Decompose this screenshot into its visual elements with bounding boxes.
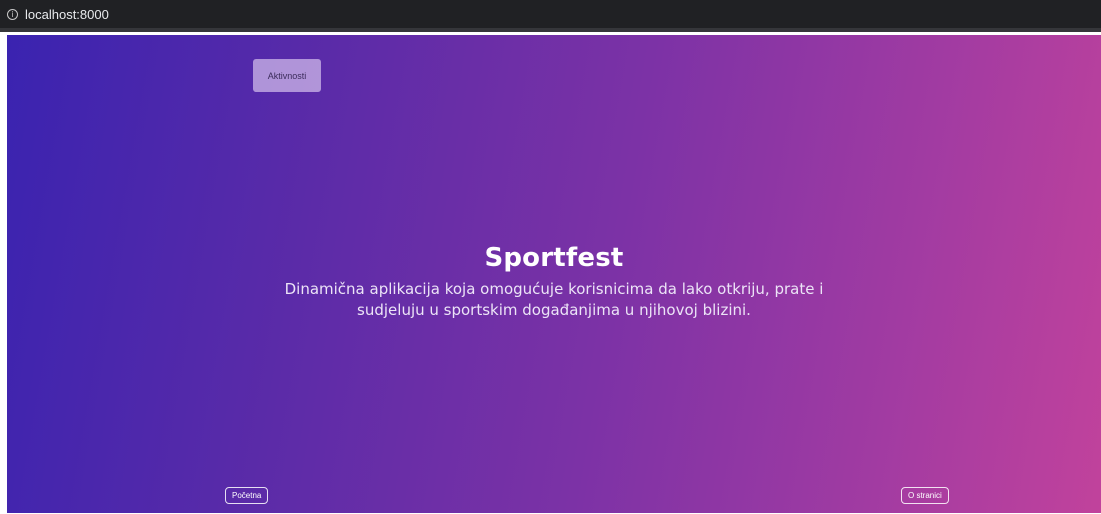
- site-info-icon[interactable]: i: [7, 9, 18, 20]
- page-title: Sportfest: [484, 243, 624, 273]
- browser-address-bar: i localhost:8000: [0, 0, 1101, 32]
- activities-button[interactable]: Aktivnosti: [253, 59, 321, 92]
- url-text[interactable]: localhost:8000: [25, 7, 109, 22]
- hero-section: Sportfest Dinamična aplikacija koja omog…: [7, 243, 1101, 321]
- about-button[interactable]: O stranici: [901, 487, 949, 504]
- home-button[interactable]: Početna: [225, 487, 269, 504]
- page-viewport: Aktivnosti Sportfest Dinamična aplikacij…: [7, 35, 1101, 513]
- hero-description: Dinamična aplikacija koja omogućuje kori…: [284, 280, 824, 319]
